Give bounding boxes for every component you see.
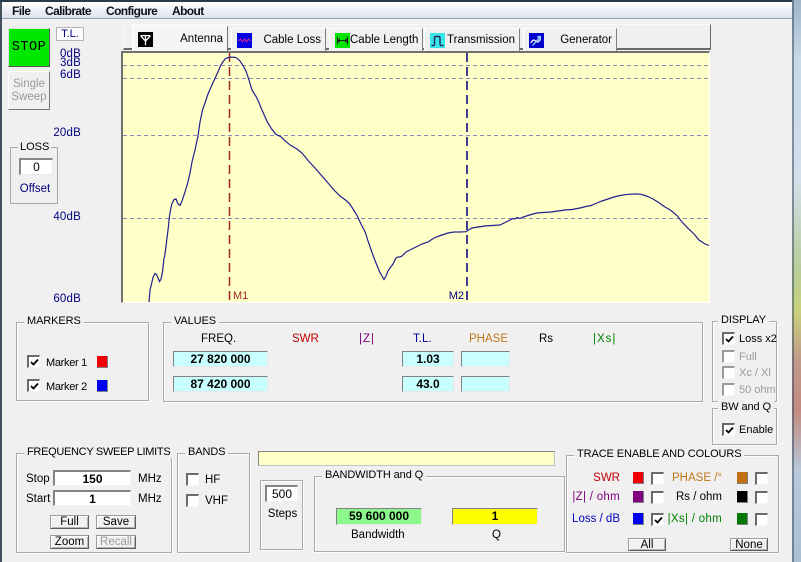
svg-text:M1: M1 [233, 290, 248, 302]
svg-text:M2: M2 [449, 290, 464, 302]
